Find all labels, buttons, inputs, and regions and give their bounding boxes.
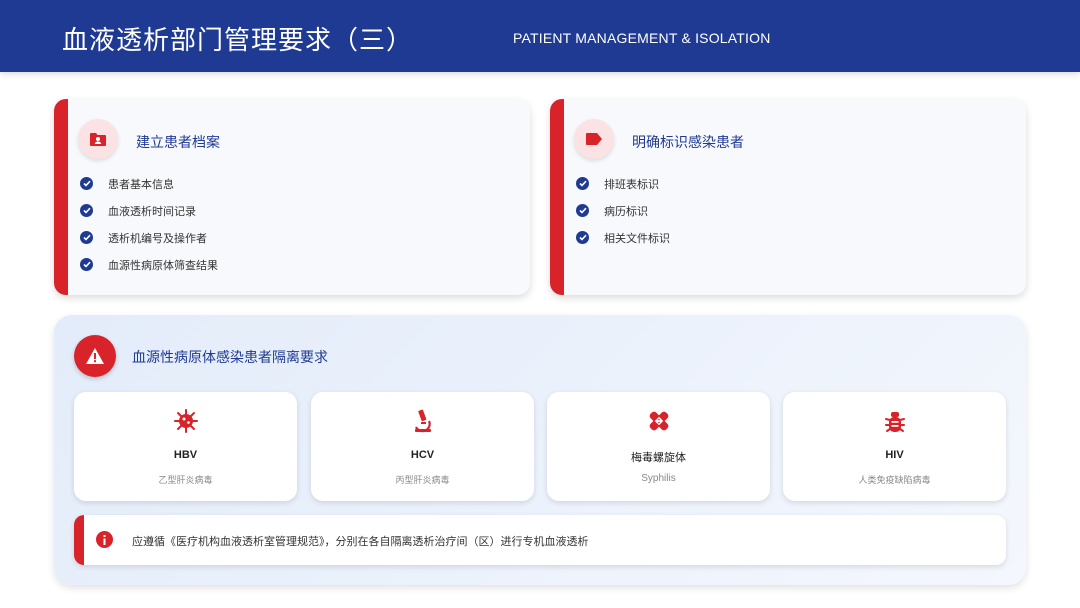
tag-icon — [574, 119, 614, 159]
check-icon — [80, 204, 93, 217]
record-items-list: 患者基本信息 血液透析时间记录 透析机编号及操作者 血源性病原体筛查结果 — [80, 170, 218, 278]
note-text: 应遵循《医疗机构血液透析室管理规范》，分别在各自隔离透析治疗间（区）进行专机血液… — [132, 535, 589, 548]
isolation-note: 应遵循《医疗机构血液透析室管理规范》，分别在各自隔离透析治疗间（区）进行专机血液… — [74, 515, 1006, 565]
list-item-label: 相关文件标识 — [604, 231, 670, 245]
virus-icon — [74, 408, 297, 434]
header-bar: 血液透析部门管理要求（三） PATIENT MANAGEMENT & ISOLA… — [0, 0, 1080, 72]
check-icon — [576, 177, 589, 190]
pathogen-desc: 人类免疫缺陷病毒 — [858, 476, 931, 486]
panel-title: 血源性病原体感染患者隔离要求 — [132, 350, 328, 366]
card-accent-bar — [550, 99, 564, 295]
list-item: 病历标识 — [576, 197, 670, 224]
pathogen-desc: Syphilis — [641, 473, 676, 484]
check-icon — [80, 177, 93, 190]
pathogen-card-hiv: HIV 人类免疫缺陷病毒 — [783, 392, 1006, 501]
list-item-label: 血源性病原体筛查结果 — [108, 258, 218, 272]
page-subtitle: PATIENT MANAGEMENT & ISOLATION — [513, 30, 771, 46]
card-title: 建立患者档案 — [136, 135, 220, 151]
microscope-icon — [311, 408, 534, 434]
page-title: 血液透析部门管理要求（三） — [62, 26, 414, 56]
pathogen-name: HIV — [885, 449, 904, 461]
check-icon — [80, 231, 93, 244]
list-item: 排班表标识 — [576, 170, 670, 197]
list-item-label: 透析机编号及操作者 — [108, 231, 207, 245]
pathogen-name: HBV — [173, 449, 198, 461]
list-item-label: 排班表标识 — [604, 177, 659, 191]
card-title: 明确标识感染患者 — [632, 135, 744, 151]
list-item: 患者基本信息 — [80, 170, 218, 197]
list-item-label: 血液透析时间记录 — [108, 204, 196, 218]
card-accent-bar — [54, 99, 68, 295]
id-card-icon — [78, 119, 118, 159]
note-accent-bar — [74, 515, 84, 565]
pathogen-desc: 乙型肝炎病毒 — [158, 476, 213, 486]
list-item: 血源性病原体筛查结果 — [80, 251, 218, 278]
bandage-icon — [547, 408, 770, 434]
marking-items-list: 排班表标识 病历标识 相关文件标识 — [576, 170, 670, 251]
pathogen-desc: 丙型肝炎病毒 — [395, 476, 450, 486]
pathogen-name: 梅毒螺旋体 — [631, 451, 686, 464]
infection-marking-card: 明确标识感染患者 排班表标识 病历标识 相关文件标识 — [550, 99, 1026, 295]
bug-icon — [783, 408, 1006, 434]
info-icon — [96, 531, 113, 548]
list-item: 相关文件标识 — [576, 224, 670, 251]
isolation-panel: 血源性病原体感染患者隔离要求 HBV 乙型肝炎病毒 HCV 丙型肝炎病毒 梅毒螺… — [54, 315, 1026, 585]
pathogen-name: HCV — [410, 449, 435, 461]
list-item: 透析机编号及操作者 — [80, 224, 218, 251]
list-item-label: 患者基本信息 — [108, 177, 174, 191]
pathogen-card-hcv: HCV 丙型肝炎病毒 — [311, 392, 534, 501]
check-icon — [80, 258, 93, 271]
check-icon — [576, 231, 589, 244]
list-item: 血液透析时间记录 — [80, 197, 218, 224]
pathogen-card-syphilis: 梅毒螺旋体 Syphilis — [547, 392, 770, 501]
check-icon — [576, 204, 589, 217]
pathogen-card-hbv: HBV 乙型肝炎病毒 — [74, 392, 297, 501]
list-item-label: 病历标识 — [604, 204, 648, 218]
warning-icon — [74, 335, 116, 377]
patient-records-card: 建立患者档案 患者基本信息 血液透析时间记录 透析机编号及操作者 血源性病原体筛… — [54, 99, 530, 295]
